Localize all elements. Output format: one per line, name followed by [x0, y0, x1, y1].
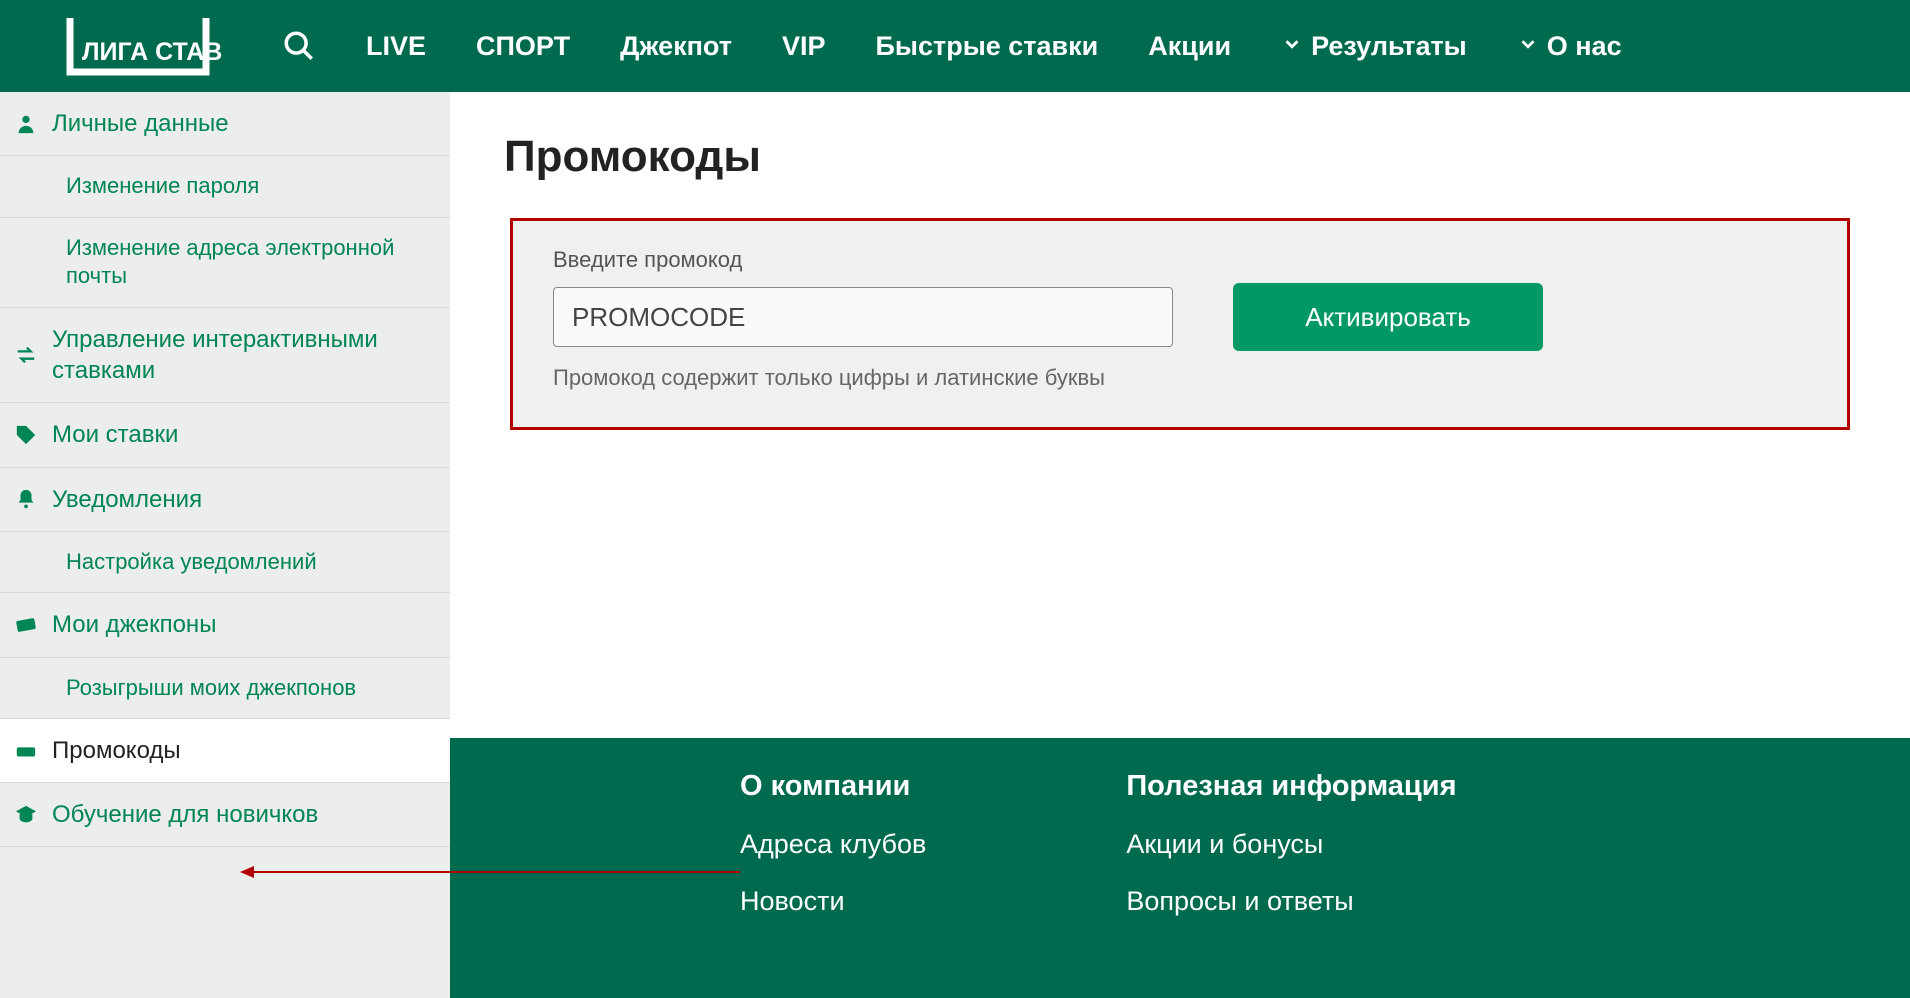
promocode-panel: Введите промокод Активировать Промокод с…: [510, 218, 1850, 430]
sidebar-item-label: Управление интерактивными ставками: [52, 324, 438, 386]
nav-fastbets[interactable]: Быстрые ставки: [876, 31, 1099, 62]
sidebar: Личные данные Изменение пароля Изменение…: [0, 92, 450, 998]
sidebar-item-label: Изменение адреса электронной почты: [66, 234, 438, 291]
footer-col-about: О компании Адреса клубов Новости: [740, 770, 926, 998]
card-icon: [14, 613, 38, 637]
logo[interactable]: ЛИГА СТАВОК: [32, 12, 222, 80]
footer-heading: О компании: [740, 770, 926, 803]
sidebar-item-personal[interactable]: Личные данные: [0, 92, 450, 156]
footer-link-faq[interactable]: Вопросы и ответы: [1126, 886, 1456, 917]
transfer-icon: [14, 343, 38, 367]
activate-button[interactable]: Активировать: [1233, 283, 1543, 351]
sidebar-item-label: Уведомления: [52, 484, 202, 515]
logo-icon: ЛИГА СТАВОК: [32, 12, 222, 80]
footer-col-info: Полезная информация Акции и бонусы Вопро…: [1126, 770, 1456, 998]
nav-about-label: О нас: [1547, 31, 1622, 62]
promocode-row: Активировать: [553, 283, 1807, 351]
sidebar-item-mybets[interactable]: Мои ставки: [0, 403, 450, 467]
footer-link-news[interactable]: Новости: [740, 886, 926, 917]
main: Промокоды Введите промокод Активировать …: [450, 92, 1910, 998]
sidebar-item-notif-settings[interactable]: Настройка уведомлений: [0, 532, 450, 594]
nav-vip[interactable]: VIP: [782, 31, 826, 62]
nav-about[interactable]: О нас: [1517, 31, 1622, 62]
sidebar-item-notifications[interactable]: Уведомления: [0, 468, 450, 532]
sidebar-item-label: Розыгрыши моих джекпонов: [66, 674, 356, 703]
nav-promo[interactable]: Акции: [1148, 31, 1231, 62]
content: Промокоды Введите промокод Активировать …: [450, 92, 1910, 738]
footer-link-clubs[interactable]: Адреса клубов: [740, 829, 926, 860]
footer-link-bonuses[interactable]: Акции и бонусы: [1126, 829, 1456, 860]
page-title: Промокоды: [504, 132, 1850, 182]
sidebar-item-learn[interactable]: Обучение для новичков: [0, 783, 450, 847]
nav: LIVE СПОРТ Джекпот VIP Быстрые ставки Ак…: [282, 29, 1622, 63]
sidebar-item-promocodes[interactable]: Промокоды: [0, 719, 450, 783]
search-icon[interactable]: [282, 29, 316, 63]
sidebar-item-label: Изменение пароля: [66, 172, 259, 201]
footer: О компании Адреса клубов Новости Полезна…: [450, 738, 1910, 998]
nav-sport[interactable]: СПОРТ: [476, 31, 570, 62]
promocode-input[interactable]: [553, 287, 1173, 347]
sidebar-item-label: Мои джекпоны: [52, 609, 216, 640]
container: Личные данные Изменение пароля Изменение…: [0, 92, 1910, 998]
footer-heading: Полезная информация: [1126, 770, 1456, 803]
promocode-field-label: Введите промокод: [553, 247, 1807, 273]
sidebar-item-bets-mgmt[interactable]: Управление интерактивными ставками: [0, 308, 450, 403]
bell-icon: [14, 487, 38, 511]
sidebar-item-password[interactable]: Изменение пароля: [0, 156, 450, 218]
nav-live[interactable]: LIVE: [366, 31, 426, 62]
sidebar-item-jackpons[interactable]: Мои джекпоны: [0, 593, 450, 657]
header: ЛИГА СТАВОК LIVE СПОРТ Джекпот VIP Быстр…: [0, 0, 1910, 92]
person-icon: [14, 112, 38, 136]
grad-cap-icon: [14, 803, 38, 827]
tags-icon: [14, 423, 38, 447]
sidebar-item-label: Мои ставки: [52, 419, 178, 450]
sidebar-item-label: Личные данные: [52, 108, 229, 139]
ticket-icon: [14, 739, 38, 763]
sidebar-item-label: Промокоды: [52, 735, 181, 766]
sidebar-item-label: Настройка уведомлений: [66, 548, 317, 577]
nav-results[interactable]: Результаты: [1281, 31, 1467, 62]
nav-jackpot[interactable]: Джекпот: [620, 31, 732, 62]
chevron-down-icon: [1517, 31, 1539, 62]
sidebar-item-email[interactable]: Изменение адреса электронной почты: [0, 218, 450, 308]
promocode-hint: Промокод содержит только цифры и латинск…: [553, 365, 1807, 391]
sidebar-item-jackpon-draws[interactable]: Розыгрыши моих джекпонов: [0, 658, 450, 720]
svg-text:ЛИГА СТАВОК: ЛИГА СТАВОК: [82, 38, 222, 66]
nav-results-label: Результаты: [1311, 31, 1467, 62]
chevron-down-icon: [1281, 31, 1303, 62]
sidebar-item-label: Обучение для новичков: [52, 799, 318, 830]
